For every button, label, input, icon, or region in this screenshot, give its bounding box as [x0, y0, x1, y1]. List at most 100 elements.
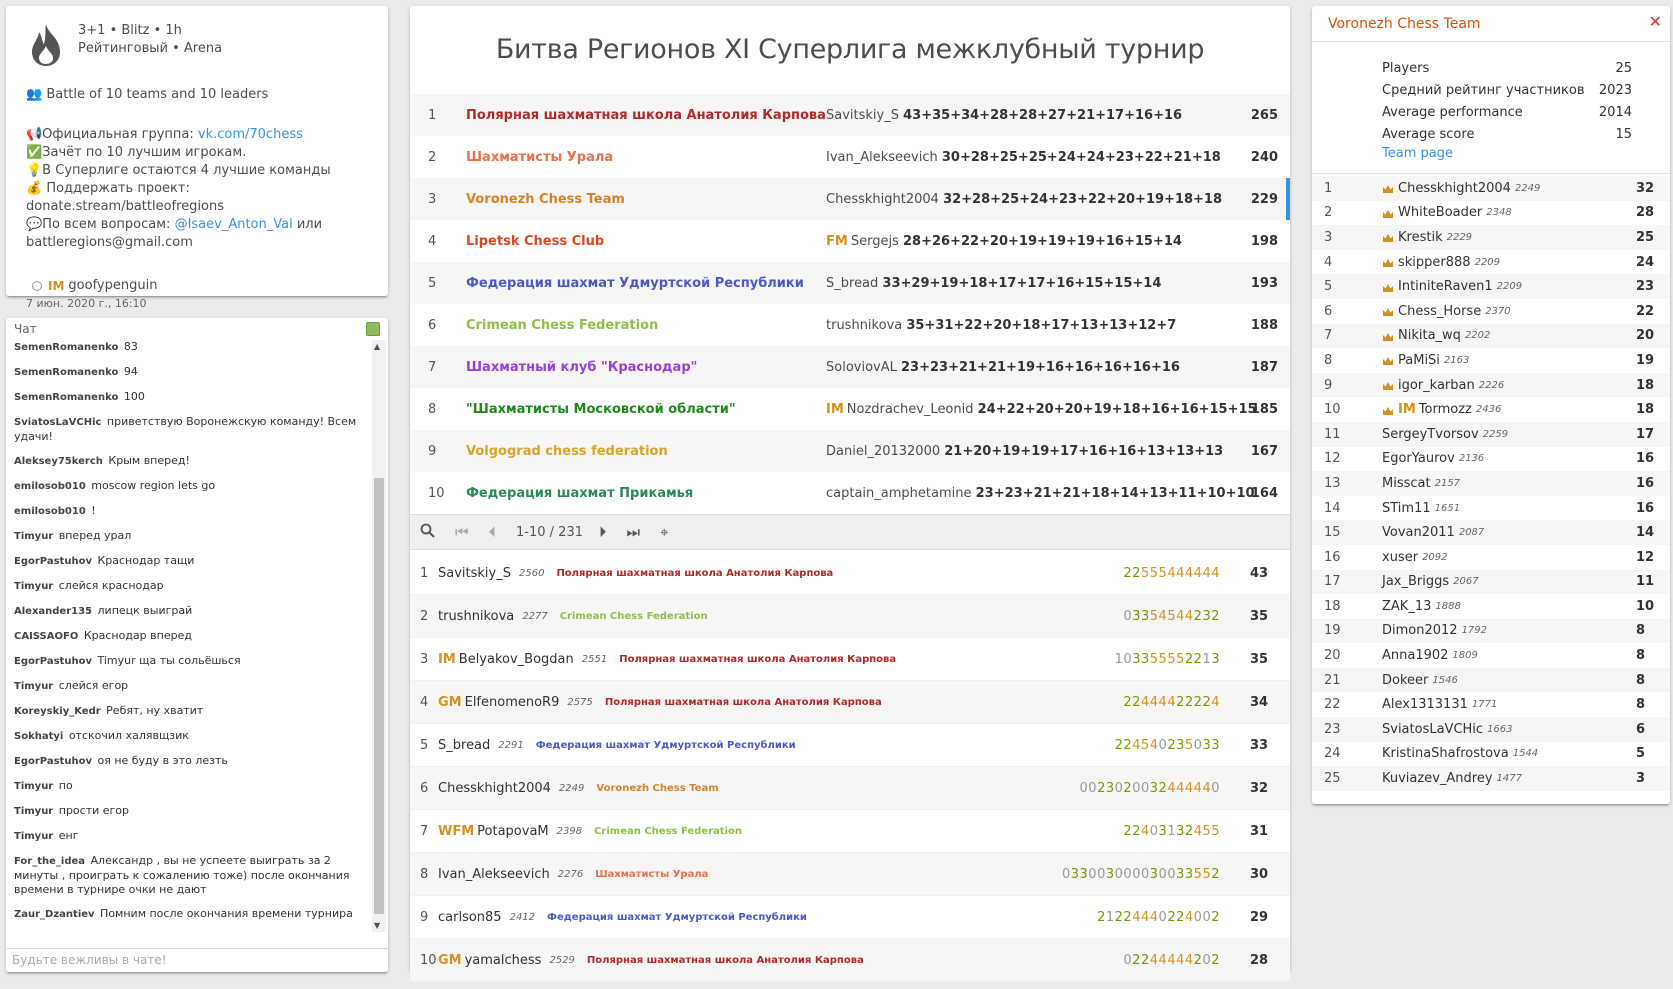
- team-row[interactable]: 4 Lipetsk Chess Club FM Sergejs 28+26+22+20…: [410, 220, 1290, 262]
- leader-name[interactable]: S_bread: [826, 276, 878, 291]
- chat-username[interactable]: Timyur: [14, 781, 53, 792]
- player-row[interactable]: 9 carlson85 2412 Федерация шахмат Удмуртско…: [410, 896, 1290, 939]
- team-name[interactable]: Полярная шахматная школа Анатолия Карпов…: [466, 108, 826, 123]
- player-row[interactable]: 6 Chesskhight2004 2249 Voronezh Chess Team 0…: [410, 767, 1290, 810]
- team-member-row[interactable]: 2 WhiteBoader 2348 28: [1312, 201, 1670, 226]
- team-row[interactable]: 3 Voronezh Chess Team Chesskhight2004 32+2…: [410, 178, 1290, 220]
- chat-username[interactable]: Timyur: [14, 681, 53, 692]
- player-name[interactable]: Savitskiy_S: [438, 566, 511, 581]
- team-name[interactable]: Шахматный клуб "Краснодар": [466, 360, 826, 375]
- leader-name[interactable]: trushnikova: [826, 318, 902, 333]
- member-name[interactable]: Vovan2011: [1382, 525, 1455, 540]
- team-row[interactable]: 5 Федерация шахмат Удмуртской Республики S…: [410, 262, 1290, 304]
- next-page-icon[interactable]: ⏵: [599, 523, 607, 541]
- team-name[interactable]: Шахматисты Урала: [466, 150, 826, 165]
- team-member-row[interactable]: 5 IntiniteRaven1 2209 23: [1312, 274, 1670, 299]
- player-team[interactable]: Федерация шахмат Удмуртской Республики: [536, 740, 796, 751]
- team-member-row[interactable]: 17 Jax_Briggs 2067 11: [1312, 569, 1670, 595]
- group-link[interactable]: vk.com/70chess: [198, 127, 303, 142]
- creator-name[interactable]: goofypenguin: [68, 278, 157, 293]
- player-team[interactable]: Voronezh Chess Team: [596, 783, 718, 794]
- chat-username[interactable]: Timyur: [14, 806, 53, 817]
- player-row[interactable]: 5 S_bread 2291 Федерация шахмат Удмуртской …: [410, 724, 1290, 767]
- player-name[interactable]: Chesskhight2004: [438, 781, 551, 796]
- chat-username[interactable]: Aleksey75kerch: [14, 456, 103, 467]
- player-name[interactable]: Ivan_Alekseevich: [438, 867, 550, 882]
- team-member-row[interactable]: 21 Dokeer 1546 8: [1312, 667, 1670, 693]
- member-name[interactable]: STim11: [1382, 501, 1431, 516]
- team-member-row[interactable]: 25 Kuviazev_Andrey 1477 3: [1312, 766, 1670, 791]
- player-team[interactable]: Crimean Chess Federation: [560, 611, 708, 622]
- player-row[interactable]: 1 Savitskiy_S 2560 Полярная шахматная школа…: [410, 552, 1290, 595]
- leader-name[interactable]: Daniel_20132000: [826, 444, 940, 459]
- member-name[interactable]: Dokeer: [1382, 673, 1428, 688]
- chat-username[interactable]: SemenRomanenko: [14, 367, 118, 378]
- member-name[interactable]: skipper888: [1398, 255, 1471, 270]
- team-name[interactable]: "Шахматисты Московской области": [466, 402, 826, 417]
- member-name[interactable]: Nikita_wq: [1398, 328, 1461, 343]
- leader-name[interactable]: Ivan_Alekseevich: [826, 150, 938, 165]
- chat-username[interactable]: SemenRomanenko: [14, 392, 118, 403]
- chat-username[interactable]: EgorPastuhov: [14, 556, 92, 567]
- team-row[interactable]: 6 Crimean Chess Federation trushnikova 35+…: [410, 304, 1290, 346]
- player-name[interactable]: yamalchess: [465, 953, 542, 968]
- search-icon[interactable]: [420, 523, 435, 542]
- team-member-row[interactable]: 22 Alex1313131 1771 8: [1312, 692, 1670, 717]
- member-name[interactable]: Dimon2012: [1382, 623, 1458, 638]
- member-name[interactable]: KristinaShafrostova: [1382, 746, 1509, 761]
- member-name[interactable]: Krestik: [1398, 230, 1443, 245]
- creator[interactable]: IM goofypenguin: [32, 278, 368, 293]
- team-member-row[interactable]: 1 Chesskhight2004 2249 32: [1312, 176, 1670, 201]
- player-name[interactable]: carlson85: [438, 910, 502, 925]
- member-name[interactable]: Tormozz: [1419, 402, 1472, 417]
- player-name[interactable]: S_bread: [438, 738, 490, 753]
- leader-name[interactable]: Savitskiy_S: [826, 108, 899, 123]
- chat-username[interactable]: Alexander135: [14, 606, 92, 617]
- prev-page-icon[interactable]: ⏴: [489, 523, 497, 541]
- team-member-row[interactable]: 20 Anna1902 1809 8: [1312, 643, 1670, 668]
- chat-username[interactable]: Koreyskiy_Kedr: [14, 706, 101, 717]
- chat-toggle[interactable]: [366, 322, 380, 336]
- player-name[interactable]: ElfenomenoR9: [465, 695, 560, 710]
- team-row[interactable]: 10 Федерация шахмат Прикамья captain_amphe…: [410, 472, 1290, 514]
- team-name[interactable]: Lipetsk Chess Club: [466, 234, 826, 249]
- team-member-row[interactable]: 16 xuser 2092 12: [1312, 545, 1670, 570]
- member-name[interactable]: IntiniteRaven1: [1398, 279, 1493, 294]
- team-row[interactable]: 7 Шахматный клуб "Краснодар" SoloviovAL 23…: [410, 346, 1290, 388]
- member-name[interactable]: Chess_Horse: [1398, 304, 1481, 319]
- player-row[interactable]: 2 trushnikova 2277 Crimean Chess Federation…: [410, 595, 1290, 638]
- leader-name[interactable]: captain_amphetamine: [826, 486, 971, 501]
- member-name[interactable]: SergeyTvorsov: [1382, 427, 1479, 442]
- team-row[interactable]: 2 Шахматисты Урала Ivan_Alekseevich 30+28+…: [410, 136, 1290, 178]
- member-name[interactable]: Kuviazev_Andrey: [1382, 771, 1493, 786]
- team-member-row[interactable]: 10 IM Tormozz 2436 18: [1312, 397, 1670, 422]
- team-member-row[interactable]: 9 igor_karban 2226 18: [1312, 372, 1670, 398]
- chat-username[interactable]: For_the_idea: [14, 856, 85, 867]
- first-page-icon[interactable]: ⏮: [455, 523, 469, 541]
- member-name[interactable]: igor_karban: [1398, 378, 1475, 393]
- chat-username[interactable]: emilosob010: [14, 506, 86, 517]
- member-name[interactable]: ZAK_13: [1382, 599, 1431, 614]
- member-name[interactable]: xuser: [1382, 550, 1418, 565]
- player-row[interactable]: 8 Ivan_Alekseevich 2276 Шахматисты Урала 033…: [410, 853, 1290, 896]
- leader-name[interactable]: Sergejs: [851, 234, 899, 249]
- chat-username[interactable]: CAISSAOFO: [14, 631, 78, 642]
- team-member-row[interactable]: 23 SviatosLaVCHic 1663 6: [1312, 717, 1670, 742]
- leader-name[interactable]: Nozdrachev_Leonid: [847, 402, 974, 417]
- player-team[interactable]: Шахматисты Урала: [595, 869, 708, 880]
- team-page-link[interactable]: Team page: [1382, 146, 1453, 161]
- player-name[interactable]: PotapovaM: [477, 824, 548, 839]
- member-name[interactable]: Jax_Briggs: [1382, 574, 1449, 589]
- player-team[interactable]: Федерация шахмат Удмуртской Республики: [547, 912, 807, 923]
- team-name[interactable]: Crimean Chess Federation: [466, 318, 826, 333]
- team-member-row[interactable]: 18 ZAK_13 1888 10: [1312, 594, 1670, 619]
- chat-username[interactable]: Timyur: [14, 531, 53, 542]
- team-name[interactable]: Федерация шахмат Прикамья: [466, 486, 826, 501]
- team-member-row[interactable]: 24 KristinaShafrostova 1544 5: [1312, 742, 1670, 767]
- chat-username[interactable]: SemenRomanenko: [14, 342, 118, 353]
- member-name[interactable]: Anna1902: [1382, 648, 1448, 663]
- team-name[interactable]: Voronezh Chess Team: [466, 192, 826, 207]
- team-member-row[interactable]: 4 skipper888 2209 24: [1312, 250, 1670, 275]
- chat-username[interactable]: Zaur_Dzantiev: [14, 909, 95, 920]
- scroll-up-icon[interactable]: ▲: [374, 342, 380, 351]
